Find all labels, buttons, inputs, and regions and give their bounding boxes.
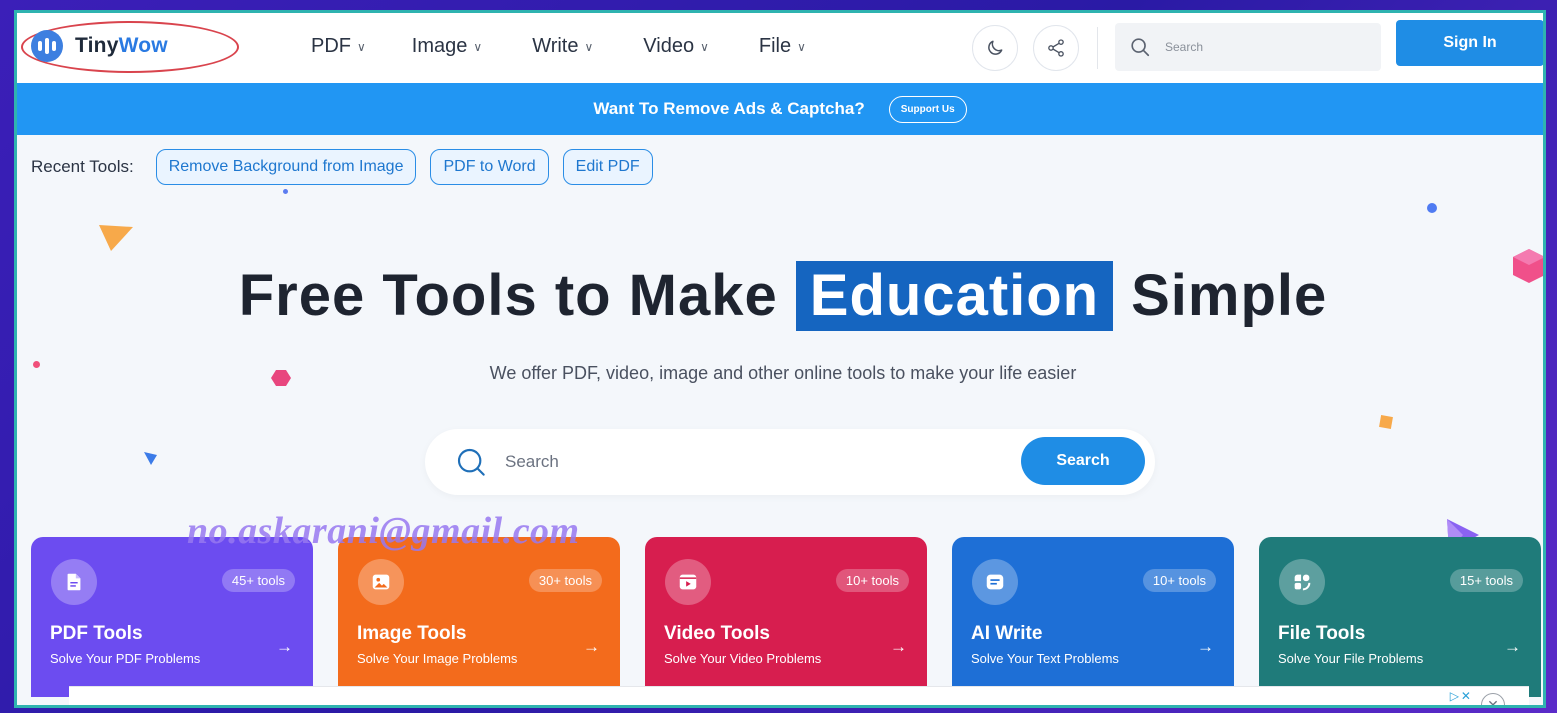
nav-video-label: Video <box>643 34 695 57</box>
moon-icon <box>988 40 1003 55</box>
card-title: File Tools <box>1278 623 1366 644</box>
card-subtitle: Solve Your PDF Problems <box>50 651 201 666</box>
card-title: PDF Tools <box>50 623 143 644</box>
tool-count-badge: 45+ tools <box>221 569 295 592</box>
decor-small-triangle-icon <box>144 452 157 465</box>
decor-square-icon <box>1379 415 1393 429</box>
card-subtitle: Solve Your Text Problems <box>971 651 1119 666</box>
arrow-right-icon: → <box>890 637 907 656</box>
nav-image-label: Image <box>411 34 468 57</box>
chevron-down-icon: ∨ <box>357 40 366 54</box>
card-video-tools[interactable]: 10+ tools Video Tools Solve Your Video P… <box>645 537 927 697</box>
promo-banner: Want To Remove Ads & Captcha? Support Us <box>17 83 1543 135</box>
hero-search-input[interactable]: Search Search <box>425 429 1155 495</box>
tool-count-badge: 10+ tools <box>1142 569 1216 592</box>
hero-title-end: Simple <box>1131 263 1328 328</box>
logo-text-wow: Wow <box>118 34 168 57</box>
site-logo[interactable]: TinyWow <box>31 30 168 62</box>
hero-subtitle: We offer PDF, video, image and other onl… <box>489 363 1077 383</box>
header-divider <box>1097 27 1098 69</box>
promo-message: Want To Remove Ads & Captcha? <box>593 99 865 118</box>
support-us-button[interactable]: Support Us <box>888 95 967 123</box>
header-search-input[interactable]: Search <box>1115 23 1381 71</box>
logo-mark-icon <box>31 30 63 62</box>
arrow-right-icon: → <box>1197 637 1214 656</box>
tool-count-badge: 10+ tools <box>835 569 909 592</box>
hero-title: Free Tools to Make Education Simple <box>17 261 1543 331</box>
card-pdf-tools[interactable]: 45+ tools PDF Tools Solve Your PDF Probl… <box>31 537 313 697</box>
dark-mode-toggle[interactable] <box>972 25 1018 71</box>
card-subtitle: Solve Your Video Problems <box>664 651 822 666</box>
tool-count-badge: 15+ tools <box>1449 569 1523 592</box>
hero-search-placeholder: Search <box>505 452 559 471</box>
file-shapes-icon <box>1279 559 1325 605</box>
browser-page: TinyWow PDF ∨ Image ∨ Write ∨ Video ∨ File ∨ <box>14 10 1546 708</box>
email-watermark: no.askarani@gmail.com <box>187 510 580 552</box>
recent-tools-label: Recent Tools: <box>31 157 134 176</box>
hero-search-button[interactable]: Search <box>1021 437 1145 485</box>
recent-tool-chip[interactable]: Remove Background from Image <box>155 149 417 185</box>
search-icon <box>1131 38 1150 57</box>
card-file-tools[interactable]: 15+ tools File Tools Solve Your File Pro… <box>1259 537 1541 697</box>
image-icon <box>358 559 404 605</box>
tool-cards: 45+ tools PDF Tools Solve Your PDF Probl… <box>31 537 1541 697</box>
chevron-down-icon: ∨ <box>584 40 594 54</box>
arrow-right-icon: → <box>1504 637 1521 656</box>
chevron-down-icon: ∨ <box>797 40 806 54</box>
share-icon <box>1048 39 1064 57</box>
close-icon[interactable]: ✕ <box>1481 693 1505 705</box>
nav-pdf-label: PDF <box>311 34 351 57</box>
header-search-placeholder: Search <box>1165 40 1204 54</box>
video-icon <box>665 559 711 605</box>
nav-image[interactable]: Image ∨ <box>412 31 482 61</box>
ad-strip: ▷✕ ✕ <box>69 686 1529 705</box>
recent-tool-chip[interactable]: PDF to Word <box>430 149 549 185</box>
nav-pdf[interactable]: PDF ∨ <box>311 31 366 61</box>
search-icon <box>457 448 485 476</box>
ad-choices-icon[interactable]: ▷✕ <box>1450 689 1473 703</box>
card-subtitle: Solve Your File Problems <box>1278 651 1424 666</box>
hero-title-highlight: Education <box>795 261 1114 331</box>
nav-file[interactable]: File ∨ <box>759 31 806 61</box>
sign-in-button[interactable]: Sign In <box>1396 20 1543 66</box>
nav-write[interactable]: Write ∨ <box>532 31 593 61</box>
nav-file-label: File <box>758 34 792 57</box>
decor-dot <box>283 189 288 194</box>
pdf-file-icon <box>51 559 97 605</box>
share-button[interactable] <box>1033 25 1079 71</box>
nav-write-label: Write <box>532 34 579 57</box>
chevron-down-icon: ∨ <box>700 40 709 54</box>
top-navigation: TinyWow PDF ∨ Image ∨ Write ∨ Video ∨ File ∨ <box>17 13 1543 83</box>
tool-count-badge: 30+ tools <box>528 569 602 592</box>
arrow-right-icon: → <box>276 637 293 656</box>
decor-dot <box>1427 203 1437 213</box>
nav-video[interactable]: Video ∨ <box>643 31 709 61</box>
card-ai-write[interactable]: 10+ tools AI Write Solve Your Text Probl… <box>952 537 1234 697</box>
recent-tool-chip[interactable]: Edit PDF <box>562 149 653 185</box>
text-icon <box>972 559 1018 605</box>
card-subtitle: Solve Your Image Problems <box>357 651 518 666</box>
card-image-tools[interactable]: 30+ tools Image Tools Solve Your Image P… <box>338 537 620 697</box>
logo-text: TinyWow <box>75 34 168 58</box>
card-title: AI Write <box>971 623 1043 644</box>
logo-text-tiny: Tiny <box>75 34 119 57</box>
main-nav: PDF ∨ Image ∨ Write ∨ Video ∨ File ∨ <box>311 31 806 61</box>
recent-tools: Recent Tools: Remove Background from Ima… <box>31 149 653 185</box>
card-title: Video Tools <box>664 623 770 644</box>
arrow-right-icon: → <box>583 637 600 656</box>
card-title: Image Tools <box>357 623 467 644</box>
decor-triangle-icon <box>99 225 133 251</box>
hero-title-start: Free Tools to Make <box>238 263 778 328</box>
chevron-down-icon: ∨ <box>473 40 483 54</box>
